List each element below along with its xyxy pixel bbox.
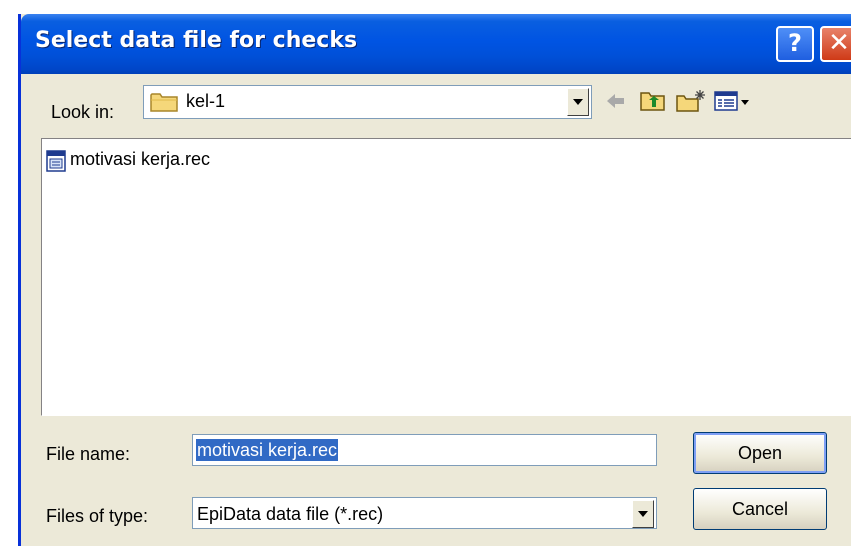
chevron-down-icon[interactable] [632, 500, 654, 528]
up-folder-icon[interactable] [639, 88, 667, 119]
dialog-title: Select data file for checks [35, 28, 358, 53]
look-in-label: Look in: [51, 102, 115, 122]
look-in-value: kel-1 [186, 91, 226, 111]
file-name-label: File name: [46, 444, 131, 464]
file-type-dropdown[interactable]: EpiData data file (*.rec) [192, 497, 657, 529]
file-type-value: EpiData data file (*.rec) [197, 504, 384, 524]
close-button[interactable]: ✕ [820, 26, 851, 62]
look-in-dropdown[interactable]: kel-1 [143, 85, 592, 119]
title-bar[interactable]: Select data file for checks ? ✕ [21, 14, 851, 74]
cancel-button[interactable]: Cancel [693, 488, 827, 530]
view-menu-icon[interactable] [713, 88, 755, 119]
file-name-input[interactable]: motivasi kerja.rec [192, 434, 657, 466]
file-name-text: motivasi kerja.rec [70, 149, 211, 169]
file-dialog: Select data file for checks ? ✕ Look in:… [18, 14, 851, 546]
file-type-label: Files of type: [46, 506, 149, 526]
new-folder-icon[interactable] [675, 88, 707, 119]
rec-file-icon [46, 150, 66, 177]
folder-icon [150, 91, 180, 118]
open-button[interactable]: Open [693, 432, 827, 474]
back-arrow-icon[interactable] [605, 88, 627, 119]
chevron-down-icon[interactable] [567, 88, 589, 116]
help-button[interactable]: ? [776, 26, 814, 62]
file-name-value: motivasi kerja.rec [196, 439, 339, 461]
file-list[interactable]: motivasi kerja.rec [41, 138, 851, 416]
